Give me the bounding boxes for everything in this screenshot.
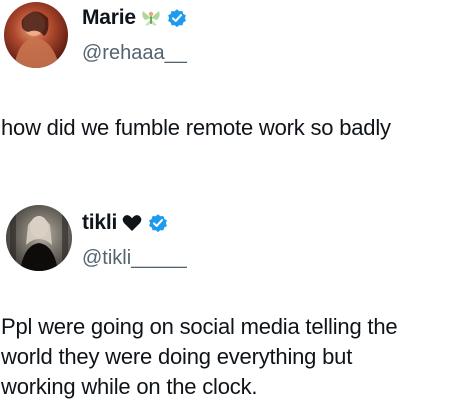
name-row: tikli <box>82 211 169 235</box>
verified-badge-icon <box>166 7 188 29</box>
handle[interactable]: @rehaaa__ <box>82 42 187 65</box>
avatar-photo <box>6 205 72 271</box>
display-name[interactable]: tikli <box>82 211 117 235</box>
display-name[interactable]: Marie <box>82 6 136 30</box>
handle[interactable]: @tikli_____ <box>82 247 187 270</box>
avatar[interactable] <box>6 205 72 271</box>
verified-badge-icon <box>147 212 169 234</box>
tweet-text: how did we fumble remote work so badly <box>1 115 391 140</box>
tweet-2[interactable]: tikli @tikli_____ Ppl were going on soci… <box>0 195 474 412</box>
fairy-icon <box>140 7 162 29</box>
avatar[interactable] <box>4 2 68 68</box>
black-heart-icon <box>121 212 143 234</box>
tweet-1[interactable]: Marie @rehaaa__ how did we fumble remote… <box>0 0 474 190</box>
tweet-text: Ppl were going on social media telling t… <box>1 314 398 399</box>
name-row: Marie <box>82 6 188 30</box>
avatar-photo <box>14 11 60 68</box>
